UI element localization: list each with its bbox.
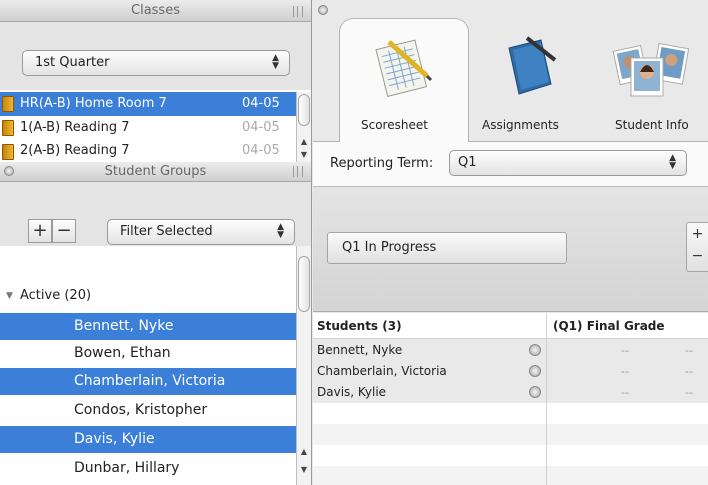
classes-scrollbar[interactable]: ▲ ▼ xyxy=(296,92,311,162)
grade-value: -- xyxy=(621,386,629,399)
class-name: 2(A-B) Reading 7 xyxy=(20,143,130,158)
class-name: 1(A-B) Reading 7 xyxy=(20,120,130,135)
grade-value: -- xyxy=(621,344,629,357)
class-row[interactable]: 1(A-B) Reading 7 04-05 xyxy=(0,116,296,140)
quarter-select[interactable]: 1st Quarter ▲ ▼ xyxy=(22,50,290,76)
grade-value: -- xyxy=(685,365,693,378)
student-row[interactable]: Condos, Kristopher xyxy=(0,397,296,424)
updown-arrows-icon: ▲ ▼ xyxy=(669,153,676,171)
detail-circle-icon[interactable] xyxy=(529,386,541,398)
students-table-header: Students (3) (Q1) Final Grade xyxy=(313,313,708,339)
scoresheet-icon[interactable] xyxy=(369,34,435,100)
quarter-select-label: 1st Quarter xyxy=(35,55,110,70)
group-row-active[interactable]: ▼ Active (20) xyxy=(0,282,296,310)
table-row[interactable]: Bennett, Nyke -- -- xyxy=(313,340,708,361)
right-pane: Scoresheet Assignments Student Info Repo… xyxy=(313,0,708,485)
col-students[interactable]: Students (3) xyxy=(317,313,402,339)
collapse-icon[interactable] xyxy=(4,166,14,176)
resize-grip-icon[interactable] xyxy=(293,6,303,17)
resize-grip-icon[interactable] xyxy=(293,166,303,177)
grading-toolbar: Q1 In Progress + − xyxy=(313,186,708,312)
student-name: Bennett, Nyke xyxy=(317,343,403,357)
book-icon xyxy=(2,120,14,136)
groups-title: Student Groups xyxy=(104,164,207,179)
student-row[interactable]: Davis, Kylie xyxy=(0,426,296,453)
classes-title: Classes xyxy=(131,3,180,18)
collapse-icon[interactable] xyxy=(318,5,328,15)
add-remove-stepper[interactable]: + − xyxy=(686,222,708,272)
scroll-thumb[interactable] xyxy=(298,94,310,126)
table-row[interactable]: Davis, Kylie -- -- xyxy=(313,382,708,403)
scroll-down-arrow-icon[interactable]: ▼ xyxy=(297,464,311,476)
student-name: Bennett, Nyke xyxy=(74,318,174,334)
classes-toolbar: 1st Quarter ▲ ▼ xyxy=(0,22,311,90)
group-label: Active (20) xyxy=(20,288,92,303)
scroll-thumb[interactable] xyxy=(298,256,310,312)
student-name: Condos, Kristopher xyxy=(74,402,208,418)
reporting-term-bar: Reporting Term: Q1 ▲ ▼ xyxy=(313,142,708,186)
assignments-icon[interactable] xyxy=(497,34,563,100)
grade-value: -- xyxy=(685,386,693,399)
left-pane: Classes 1st Quarter ▲ ▼ HR(A-B) Home Room… xyxy=(0,0,312,485)
grade-value: -- xyxy=(621,365,629,378)
updown-arrows-icon: ▲ ▼ xyxy=(272,53,279,71)
class-row[interactable]: HR(A-B) Home Room 7 04-05 xyxy=(0,92,296,116)
groups-header: Student Groups xyxy=(0,162,311,182)
table-row[interactable]: Chamberlain, Victoria -- -- xyxy=(313,361,708,382)
book-icon xyxy=(2,144,14,160)
q1-in-progress-button[interactable]: Q1 In Progress xyxy=(327,232,567,264)
students-scrollbar[interactable]: ▲ ▼ xyxy=(296,246,311,485)
scroll-down-arrow-icon[interactable]: ▼ xyxy=(297,149,311,161)
class-row[interactable]: 2(A-B) Reading 7 04-05 xyxy=(0,140,296,162)
student-name: Bowen, Ethan xyxy=(74,345,171,361)
student-info-icon[interactable] xyxy=(611,38,701,98)
classes-header: Classes xyxy=(0,0,311,22)
detail-circle-icon[interactable] xyxy=(529,344,541,356)
reporting-term-select[interactable]: Q1 ▲ ▼ xyxy=(449,150,687,176)
scroll-up-arrow-icon[interactable]: ▲ xyxy=(297,446,311,458)
student-row[interactable]: Bennett, Nyke xyxy=(0,313,296,340)
filter-select[interactable]: Filter Selected ▲ ▼ xyxy=(107,219,295,245)
detail-circle-icon[interactable] xyxy=(529,365,541,377)
grade-value: -- xyxy=(685,344,693,357)
student-name: Davis, Kylie xyxy=(74,431,155,447)
class-name: HR(A-B) Home Room 7 xyxy=(20,96,167,111)
filter-select-label: Filter Selected xyxy=(120,224,213,239)
table-row-empty xyxy=(313,424,708,445)
remove-group-button[interactable]: − xyxy=(52,219,76,243)
student-name: Davis, Kylie xyxy=(317,385,387,399)
column-divider xyxy=(546,313,547,485)
class-date: 04-05 xyxy=(242,143,280,158)
groups-toolbar: + − Filter Selected ▲ ▼ xyxy=(0,182,311,246)
student-name: Chamberlain, Victoria xyxy=(74,373,226,389)
student-row[interactable]: Bowen, Ethan xyxy=(0,340,296,367)
student-row[interactable]: Chamberlain, Victoria xyxy=(0,368,296,395)
updown-arrows-icon: ▲ ▼ xyxy=(277,222,284,240)
disclosure-triangle-icon[interactable]: ▼ xyxy=(6,282,13,310)
reporting-term-label: Reporting Term: xyxy=(330,156,434,171)
book-icon xyxy=(2,96,14,112)
table-row-empty xyxy=(313,403,708,424)
class-date: 04-05 xyxy=(242,96,280,111)
student-name: Dunbar, Hillary xyxy=(74,460,180,476)
col-final-grade[interactable]: (Q1) Final Grade xyxy=(553,313,665,339)
student-row[interactable]: Dunbar, Hillary xyxy=(0,455,296,482)
table-row-empty xyxy=(313,466,708,485)
tab-assignments[interactable]: Assignments xyxy=(482,118,559,132)
student-name: Chamberlain, Victoria xyxy=(317,364,447,378)
tab-scoresheet[interactable]: Scoresheet xyxy=(361,118,428,132)
tab-student-info[interactable]: Student Info xyxy=(615,118,689,132)
add-group-button[interactable]: + xyxy=(28,219,52,243)
table-row-empty xyxy=(313,445,708,466)
class-date: 04-05 xyxy=(242,120,280,135)
reporting-term-value: Q1 xyxy=(458,155,477,170)
scroll-up-arrow-icon[interactable]: ▲ xyxy=(297,136,311,148)
